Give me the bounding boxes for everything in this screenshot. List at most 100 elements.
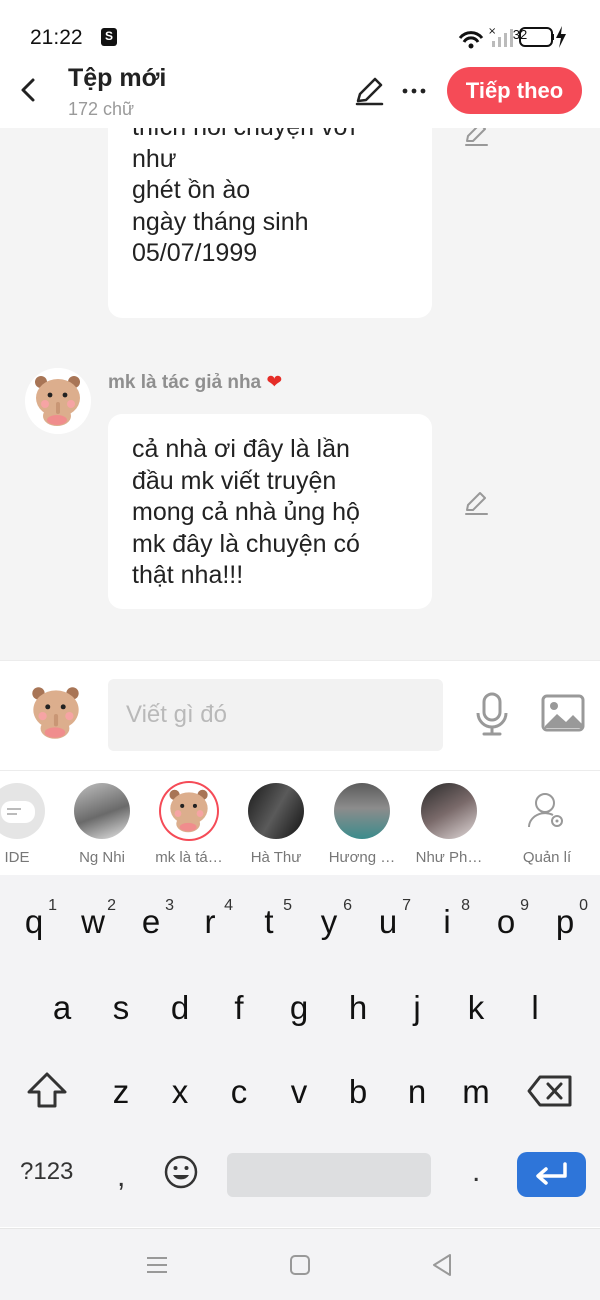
key-i[interactable]: i8 [418, 881, 476, 951]
persona-label: Hà Thư [250, 849, 302, 866]
persona-label: Như Ph… [415, 849, 483, 866]
persona-avatar [334, 783, 390, 839]
backspace-icon[interactable] [526, 1073, 574, 1109]
battery-level: 32 [512, 27, 528, 42]
key-m[interactable]: m [447, 1051, 505, 1121]
persona-label: mk là tá… [155, 849, 223, 866]
period-key[interactable]: . [472, 1155, 480, 1189]
key-l[interactable]: l [506, 967, 564, 1037]
persona-avatar [74, 783, 130, 839]
bear-avatar-icon [25, 368, 91, 434]
image-icon[interactable] [540, 693, 586, 733]
menu-icon[interactable] [144, 1253, 170, 1277]
key-r[interactable]: r4 [181, 881, 239, 951]
page-title: Tệp mới [68, 64, 167, 92]
key-f[interactable]: f [210, 967, 268, 1037]
symbols-key[interactable]: ?123 [20, 1158, 73, 1186]
composer-avatar[interactable] [22, 679, 90, 747]
key-n[interactable]: n [388, 1051, 446, 1121]
persona-label: Quản lí [522, 849, 572, 866]
bear-avatar-icon [169, 789, 208, 833]
persona-item[interactable]: Hương … [317, 783, 407, 873]
key-y[interactable]: y6 [300, 881, 358, 951]
persona-avatar [0, 783, 45, 839]
space-key[interactable] [227, 1153, 431, 1197]
persona-label: Hương … [328, 849, 396, 866]
message-line: thích nói chuyện với [132, 128, 408, 144]
key-z[interactable]: z [92, 1051, 150, 1121]
message-bubble[interactable]: thích nói chuyện với như ghét ồn ào ngày… [108, 128, 432, 318]
chat-area[interactable]: thích nói chuyện với như ghét ồn ào ngày… [0, 128, 600, 660]
key-p[interactable]: p0 [536, 881, 594, 951]
persona-avatar [248, 783, 304, 839]
microphone-icon[interactable] [472, 691, 512, 737]
key-k[interactable]: k [447, 967, 505, 1037]
edit-icon[interactable] [352, 74, 386, 108]
author-name: mk là tác giả nha ❤ [108, 371, 282, 394]
word-count: 172 chữ [68, 99, 135, 119]
key-u[interactable]: u7 [359, 881, 417, 951]
status-bar: 21:22 × 32 [0, 0, 600, 60]
key-g[interactable]: g [270, 967, 328, 1037]
shift-icon[interactable] [24, 1069, 70, 1111]
manage-personas-button[interactable]: Quản lí [502, 783, 592, 873]
message-line: ngày tháng sinh [132, 207, 309, 236]
key-d[interactable]: d [151, 967, 209, 1037]
key-e[interactable]: e3 [122, 881, 180, 951]
persona-item[interactable]: Như Ph… [404, 783, 494, 873]
message-line: mk đây là chuyện có [132, 529, 360, 558]
key-b[interactable]: b [329, 1051, 387, 1121]
svg-text:×: × [488, 26, 496, 37]
more-icon[interactable] [398, 74, 432, 108]
key-o[interactable]: o9 [477, 881, 535, 951]
persona-avatar [421, 783, 477, 839]
message-line: đầu mk viết truyện [132, 466, 337, 495]
key-t[interactable]: t5 [240, 881, 298, 951]
edit-message-icon[interactable] [462, 128, 490, 148]
emoji-icon[interactable] [162, 1153, 200, 1191]
key-w[interactable]: w2 [64, 881, 122, 951]
enter-key[interactable] [517, 1152, 586, 1197]
key-q[interactable]: q1 [5, 881, 63, 951]
message-bubble[interactable]: cả nhà ơi đây là lần đầu mk viết truyện … [108, 414, 432, 609]
avatar[interactable] [25, 368, 91, 434]
persona-label: IDE [4, 849, 30, 866]
message-line: như [132, 144, 177, 173]
comma-key[interactable]: , [117, 1160, 125, 1194]
key-c[interactable]: c [210, 1051, 268, 1121]
persona-item[interactable]: Ng Nhi [57, 783, 147, 873]
persona-avatar [161, 783, 217, 839]
bear-avatar-icon [32, 687, 79, 739]
message-line: mong cả nhà ủng hộ [132, 498, 360, 526]
wifi-icon [458, 31, 484, 49]
heart-icon: ❤ [266, 372, 283, 393]
header: Tệp mới 172 chữ Tiếp theo [0, 60, 600, 128]
message-line: 05/07/1999 [132, 239, 258, 267]
persona-row: IDE Ng Nhi mk là tá… Hà Thư Hương … Như … [0, 770, 600, 875]
message-input[interactable]: Viết gì đó [108, 679, 443, 751]
user-settings-icon [528, 793, 563, 828]
next-button[interactable]: Tiếp theo [447, 67, 582, 114]
key-s[interactable]: s [92, 967, 150, 1037]
chat-bubble-icon [1, 801, 35, 823]
persona-item[interactable]: Hà Thư [231, 783, 321, 873]
author-label: mk là tác giả nha [108, 372, 262, 393]
persona-item-selected[interactable]: mk là tá… [144, 783, 234, 873]
key-a[interactable]: a [33, 967, 91, 1037]
composer: Viết gì đó [0, 660, 600, 770]
message-input-placeholder: Viết gì đó [126, 701, 227, 728]
back-icon[interactable] [14, 72, 44, 108]
key-v[interactable]: v [270, 1051, 328, 1121]
message-line: cả nhà ơi đây là lần [132, 435, 350, 463]
status-time: 21:22 [30, 26, 83, 49]
key-x[interactable]: x [151, 1051, 209, 1121]
enter-icon [536, 1162, 567, 1185]
edit-message-icon[interactable] [462, 489, 490, 517]
persona-item[interactable]: IDE [0, 783, 62, 873]
home-icon[interactable] [288, 1253, 312, 1277]
key-j[interactable]: j [388, 967, 446, 1037]
key-h[interactable]: h [329, 967, 387, 1037]
back-nav-icon[interactable] [430, 1251, 454, 1279]
system-nav-bar [0, 1228, 600, 1300]
shopping-bag-icon [101, 28, 117, 46]
